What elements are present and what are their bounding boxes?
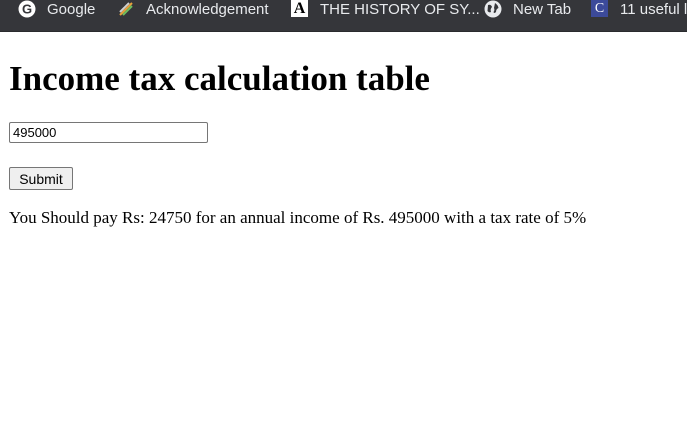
pencil-icon xyxy=(117,0,135,18)
bookmark-label: Acknowledgement xyxy=(146,1,269,18)
letter-c-icon: C xyxy=(591,0,608,17)
google-icon: G xyxy=(18,0,36,18)
submit-button[interactable]: Submit xyxy=(9,167,73,190)
page-title: Income tax calculation table xyxy=(9,59,430,98)
svg-text:G: G xyxy=(22,2,32,17)
bookmark-label: THE HISTORY OF SY... xyxy=(320,1,480,18)
result-text: You Should pay Rs: 24750 for an annual i… xyxy=(9,208,587,227)
income-input[interactable] xyxy=(9,122,208,143)
letter-a-icon: A xyxy=(291,0,308,17)
globe-icon xyxy=(484,0,502,18)
bookmark-label: New Tab xyxy=(513,1,572,18)
bookmark-label: Google xyxy=(47,1,96,18)
bookmark-label: 11 useful l xyxy=(620,1,687,18)
page-content: Income tax calculation table Submit You … xyxy=(0,31,687,435)
bookmarks-bar: G Google Acknowledgement A THE HISTORY O… xyxy=(0,0,687,32)
